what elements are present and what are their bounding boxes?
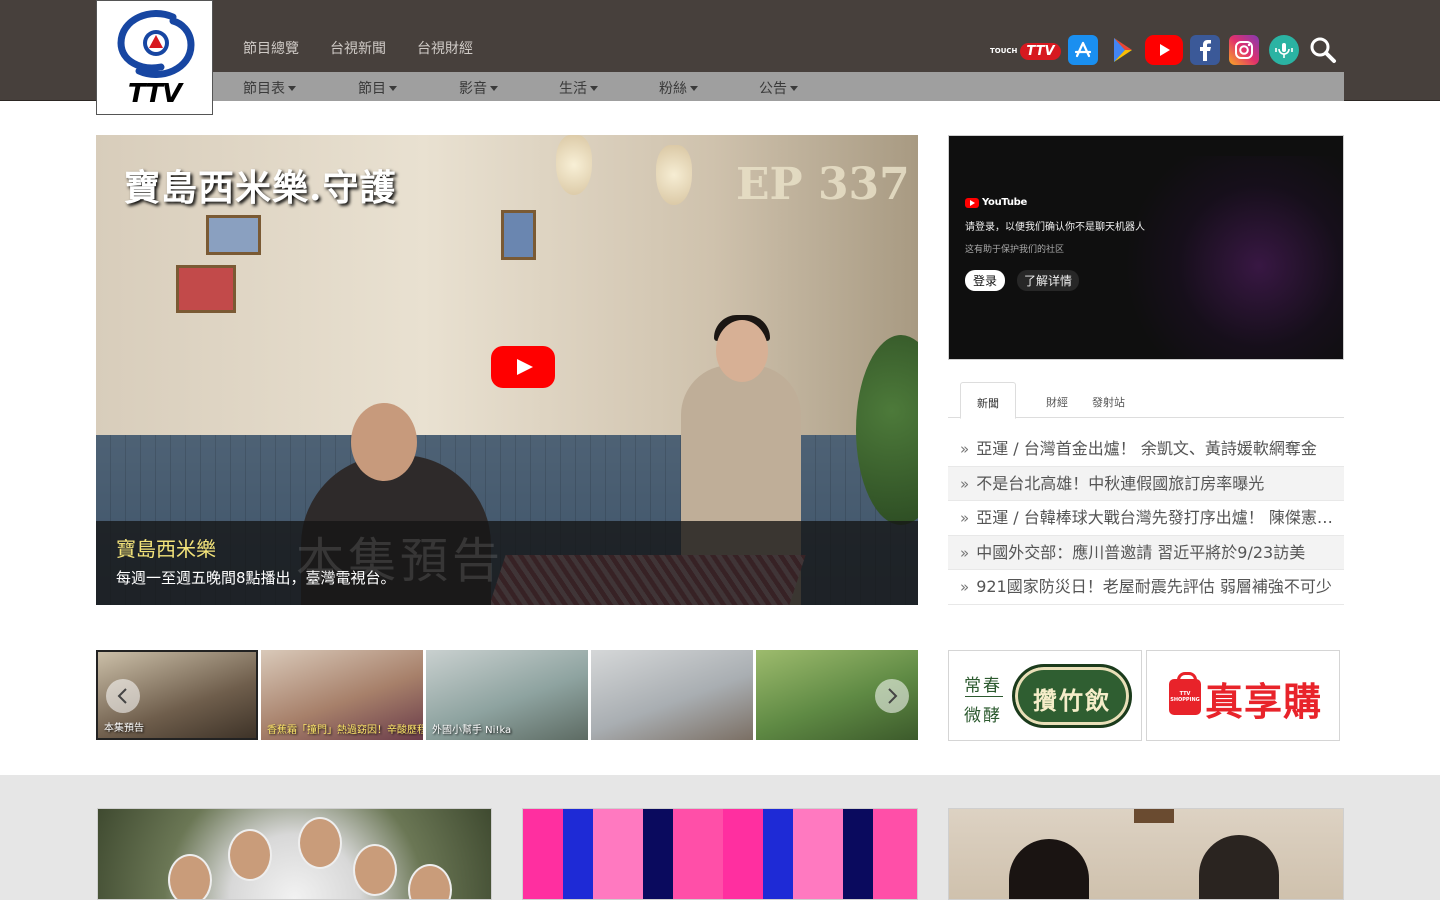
news-item[interactable]: » 亞運 / 台灣首金出爐！ 余凱文、黃詩媛軟網奪金 bbox=[948, 432, 1344, 467]
news-item[interactable]: » 亞運 / 台韓棒球大戰台灣先發打序出爐！ 陳傑憲領軍 bbox=[948, 501, 1344, 536]
shopping-bag-icon: TTV SHOPPING bbox=[1169, 672, 1201, 715]
search-icon[interactable] bbox=[1308, 35, 1338, 65]
chevron-left-icon bbox=[117, 688, 127, 704]
hero-overlay-title: 寶島西米樂.守護 bbox=[124, 167, 397, 209]
ad-banner-drink[interactable]: 常春 微酵 攢竹飲 bbox=[948, 650, 1142, 741]
podcast-icon[interactable] bbox=[1269, 35, 1299, 65]
hero-description: 每週一至週五晚間8點播出，臺灣電視台。 bbox=[116, 569, 396, 587]
tab-news[interactable]: 新聞 bbox=[960, 382, 1016, 419]
thumbnail-carousel: 本集預告 香蕉霜「撞門」熱過窈因！辛酸歷程惹哭家人 外國小幫手 Ni!ka bbox=[96, 650, 918, 740]
subnav-programs[interactable]: 節目 bbox=[358, 78, 397, 98]
hero-program-title[interactable]: 寶島西米樂 bbox=[116, 533, 216, 562]
featured-card[interactable] bbox=[522, 808, 918, 900]
carousel-next-button[interactable] bbox=[875, 679, 909, 713]
caret-down-icon bbox=[590, 86, 598, 91]
youtube-logo: YouTube bbox=[965, 197, 1027, 208]
hero-caption: 本集預告 寶島西米樂 每週一至週五晚間8點播出，臺灣電視台。 bbox=[96, 521, 918, 605]
nav-ttv-finance[interactable]: 台視財經 bbox=[417, 38, 473, 58]
youtube-icon[interactable] bbox=[1145, 35, 1183, 65]
subnav-schedule[interactable]: 節目表 bbox=[243, 78, 296, 98]
thumbnail-item[interactable]: 外國小幫手 Ni!ka bbox=[426, 650, 588, 740]
instagram-icon[interactable] bbox=[1229, 35, 1259, 65]
chevron-right-icon bbox=[888, 688, 898, 704]
youtube-signin-sub: 这有助于保护我们的社区 bbox=[965, 245, 1065, 255]
news-item[interactable]: » 不是台北高雄！中秋連假國旅訂房率曝光 bbox=[948, 466, 1344, 502]
youtube-embed: YouTube 请登录，以便我们确认你不是聊天机器人 这有助于保护我们的社区 登… bbox=[948, 135, 1344, 360]
app-store-icon[interactable] bbox=[1068, 35, 1098, 65]
touch-ttv-icon[interactable]: TOUCH TTV bbox=[990, 40, 1061, 62]
subnav-announcements[interactable]: 公告 bbox=[759, 78, 798, 98]
sub-nav: 節目表 節目 影音 生活 粉絲 公告 bbox=[213, 72, 1344, 101]
featured-card[interactable] bbox=[97, 808, 492, 900]
caret-down-icon bbox=[389, 86, 397, 91]
youtube-learn-more-button[interactable]: 了解详情 bbox=[1017, 270, 1080, 291]
subnav-fans[interactable]: 粉絲 bbox=[659, 78, 698, 98]
ttv-logo[interactable]: TTV bbox=[96, 0, 213, 115]
chevron-right-icon: » bbox=[960, 509, 970, 528]
top-nav: 節目總覽 台視新聞 台視財經 bbox=[243, 38, 473, 58]
news-item[interactable]: » 921國家防災日！老屋耐震先評估 弱層補強不可少 bbox=[948, 570, 1344, 605]
chevron-right-icon: » bbox=[960, 474, 970, 493]
nav-ttv-news[interactable]: 台視新聞 bbox=[330, 38, 386, 58]
ttv-emblem-icon bbox=[117, 9, 195, 79]
news-item[interactable]: » 中國外交部：應川普邀請 習近平將於9/23訪美 bbox=[948, 535, 1344, 571]
caret-down-icon bbox=[288, 86, 296, 91]
ad-badge: 攢竹飲 bbox=[1012, 664, 1132, 728]
chevron-right-icon: » bbox=[960, 440, 970, 458]
caret-down-icon bbox=[790, 86, 798, 91]
thumbnail-item[interactable] bbox=[591, 650, 753, 740]
chevron-right-icon: » bbox=[960, 543, 970, 562]
play-button[interactable] bbox=[491, 346, 555, 388]
youtube-icon bbox=[965, 197, 979, 208]
google-play-icon[interactable] bbox=[1108, 35, 1138, 65]
ad-banner-shopping[interactable]: TTV SHOPPING 真享購 bbox=[1146, 650, 1340, 741]
news-tabs: 新聞 財經 發射站 bbox=[948, 382, 1344, 419]
site-header: 節目總覽 台視新聞 台視財經 節目表 節目 影音 生活 粉絲 公告 TOUCH … bbox=[0, 0, 1440, 101]
carousel-prev-button[interactable] bbox=[106, 679, 140, 713]
chevron-right-icon: » bbox=[960, 578, 970, 597]
caret-down-icon bbox=[690, 86, 698, 91]
facebook-icon[interactable] bbox=[1190, 35, 1220, 65]
subnav-video[interactable]: 影音 bbox=[459, 78, 498, 98]
youtube-signin-message: 请登录，以便我们确认你不是聊天机器人 bbox=[965, 222, 1145, 233]
nav-program-overview[interactable]: 節目總覽 bbox=[243, 38, 299, 58]
news-list: » 亞運 / 台灣首金出爐！ 余凱文、黃詩媛軟網奪金 » 不是台北高雄！中秋連假國旅… bbox=[948, 432, 1344, 605]
logo-text: TTV bbox=[127, 79, 182, 109]
thumbnail-item[interactable]: 香蕉霜「撞門」熱過窈因！辛酸歷程惹哭家人 bbox=[261, 650, 423, 740]
caret-down-icon bbox=[490, 86, 498, 91]
youtube-login-button[interactable]: 登录 bbox=[965, 270, 1006, 291]
subnav-life[interactable]: 生活 bbox=[559, 78, 598, 98]
hero-video[interactable]: 寶島西米樂.守護 EP 337 本集預告 寶島西米樂 每週一至週五晚間8點播出，… bbox=[96, 135, 918, 605]
hero-episode: EP 337 bbox=[736, 159, 910, 210]
featured-card[interactable] bbox=[948, 808, 1344, 900]
tab-launchpad[interactable]: 發射站 bbox=[1076, 382, 1141, 419]
ad-brand-text: 真享購 bbox=[1205, 680, 1323, 724]
